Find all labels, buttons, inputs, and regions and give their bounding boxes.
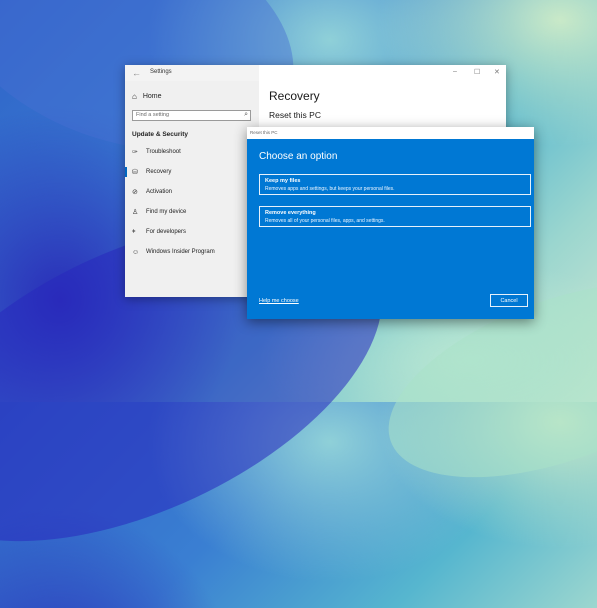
minimize-button[interactable]: –: [453, 68, 457, 75]
page-title: Recovery: [269, 89, 320, 103]
search-icon: ⌕: [244, 111, 248, 118]
insider-icon: ☺: [132, 248, 140, 256]
back-arrow-icon[interactable]: ←: [132, 68, 141, 78]
sidebar-item-label: Find my device: [146, 209, 187, 215]
section-title: Reset this PC: [269, 110, 321, 120]
selection-indicator: [125, 167, 127, 177]
dialog-heading: Choose an option: [259, 151, 338, 162]
sidebar-item-recovery[interactable]: ⛁ Recovery: [125, 164, 259, 180]
sidebar-item-windows-insider[interactable]: ☺ Windows Insider Program: [125, 244, 259, 260]
search-placeholder: Find a setting: [136, 112, 170, 118]
option-description: Removes apps and settings, but keeps you…: [265, 186, 395, 192]
help-me-choose-link[interactable]: Help me choose: [259, 298, 299, 304]
cancel-button[interactable]: Cancel: [490, 294, 528, 307]
dialog-title: Reset this PC: [250, 130, 278, 135]
home-label: Home: [142, 93, 162, 100]
remove-everything-option[interactable]: Remove everything Removes all of your pe…: [259, 206, 531, 227]
sidebar-item-find-my-device[interactable]: ♙ Find my device: [125, 204, 259, 220]
option-title: Remove everything: [265, 210, 316, 216]
sidebar-item-label: For developers: [146, 229, 187, 235]
activation-icon: ⊘: [132, 189, 138, 196]
dialog-titlebar: Reset this PC: [247, 127, 534, 139]
settings-title: Settings: [150, 69, 172, 75]
keep-my-files-option[interactable]: Keep my files Removes apps and settings,…: [259, 174, 531, 195]
person-pin-icon: ♙: [132, 209, 139, 216]
sidebar-home[interactable]: ⌂ Home: [132, 92, 162, 101]
sidebar-item-label: Activation: [146, 189, 173, 195]
developers-icon: ⧧: [132, 228, 136, 235]
option-description: Removes all of your personal files, apps…: [265, 218, 385, 224]
sidebar-item-label: Windows Insider Program: [146, 249, 215, 255]
sidebar-section-label: Update & Security: [132, 131, 188, 138]
sidebar-item-activation[interactable]: ⊘ Activation: [125, 184, 259, 200]
search-input[interactable]: Find a setting ⌕: [132, 110, 251, 121]
sidebar-item-for-developers[interactable]: ⧧ For developers: [125, 224, 259, 240]
sidebar-item-troubleshoot[interactable]: ✑ Troubleshoot: [125, 144, 259, 160]
maximize-button[interactable]: ☐: [474, 68, 480, 76]
option-title: Keep my files: [265, 178, 301, 184]
close-button[interactable]: ✕: [494, 68, 500, 76]
sidebar-item-label: Recovery: [146, 169, 172, 175]
wrench-icon: ✑: [132, 149, 138, 156]
recovery-icon: ⛁: [132, 169, 138, 176]
sidebar-item-label: Troubleshoot: [146, 149, 181, 155]
home-icon: ⌂: [132, 92, 137, 101]
reset-pc-dialog: Reset this PC Choose an option Keep my f…: [247, 127, 534, 319]
